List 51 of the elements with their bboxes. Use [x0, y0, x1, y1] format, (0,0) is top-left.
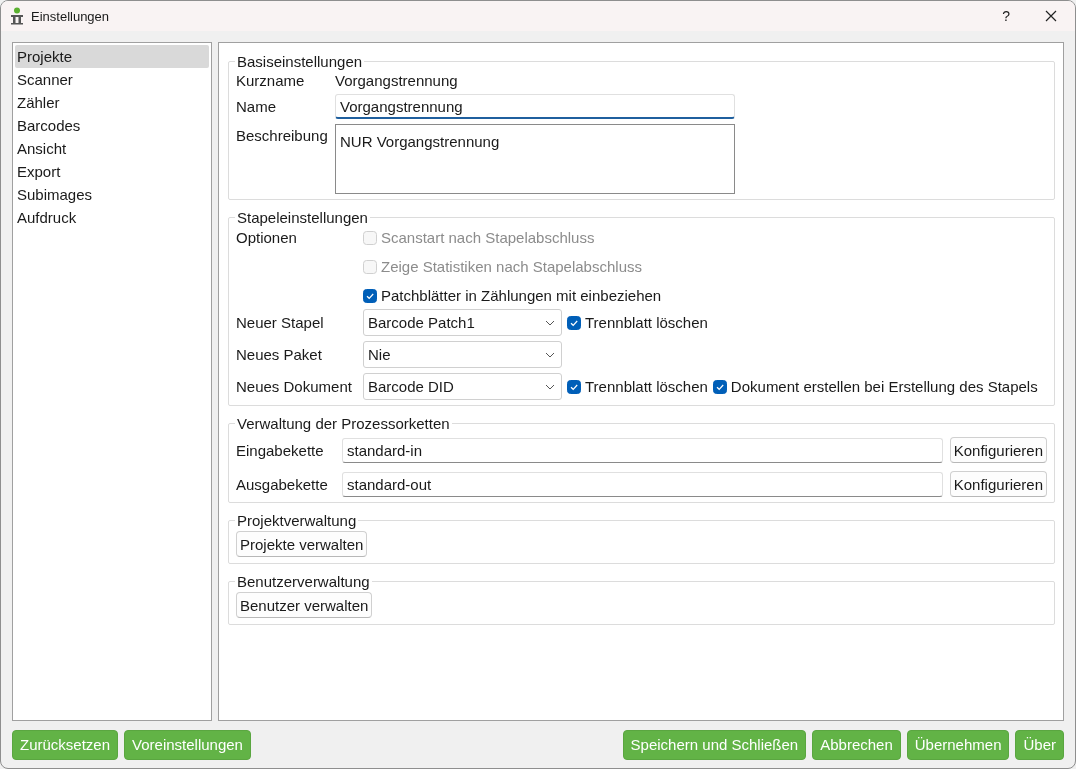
group-title: Basiseinstellungen: [236, 53, 364, 70]
sidebar-item[interactable]: Projekte: [15, 45, 209, 68]
checkbox-label: Patchblätter in Zählungen mit einbeziehen: [381, 287, 662, 304]
checkbox[interactable]: [712, 379, 727, 394]
manage-button[interactable]: Projekte verwalten: [236, 531, 368, 557]
dropdown[interactable]: Nie: [363, 341, 562, 368]
checkbox[interactable]: [567, 379, 581, 394]
field-label: Eingabekette: [236, 441, 325, 459]
group-title: Projektverwaltung: [236, 512, 358, 529]
checkbox-label: Dokument erstellen bei Erstellung des Stapels: [730, 378, 1038, 395]
field-label: Name: [236, 98, 277, 115]
group-title: Benutzerverwaltung: [236, 573, 371, 590]
chevron-down-icon: [545, 319, 555, 326]
sidebar-item[interactable]: Ansicht: [15, 137, 209, 160]
configure-button[interactable]: Konfigurieren: [949, 437, 1047, 463]
configure-button[interactable]: Konfigurieren: [949, 471, 1047, 497]
help-button[interactable]: ?: [1002, 8, 1010, 24]
dropdown[interactable]: Barcode Patch1: [363, 309, 562, 336]
field-label: Beschreibung: [236, 126, 329, 144]
chevron-down-icon: [545, 383, 555, 390]
checkbox-label: Trennblatt löschen: [585, 314, 708, 331]
manage-button[interactable]: Benutzer verwalten: [236, 592, 373, 618]
field-label: Neues Paket: [236, 346, 323, 363]
sidebar-item[interactable]: Scanner: [15, 68, 209, 91]
sidebar-item[interactable]: Export: [15, 160, 209, 183]
sidebar-item[interactable]: Barcodes: [15, 114, 209, 137]
checkbox[interactable]: [567, 315, 581, 330]
field-label: Neuer Stapel: [236, 314, 325, 331]
close-icon[interactable]: [1045, 10, 1057, 22]
app-logo-icon: [10, 7, 24, 25]
field-label: Kurzname: [236, 72, 306, 89]
group-title: Verwaltung der Prozessorketten: [236, 415, 451, 432]
checkbox-label: Scanstart nach Stapelabschluss: [381, 229, 595, 246]
description-field[interactable]: NUR Vorgangstrennung: [335, 124, 735, 194]
chain-field[interactable]: standard-out: [342, 471, 943, 497]
sidebar-item[interactable]: Aufdruck: [15, 206, 209, 229]
field-label: Optionen: [236, 228, 298, 246]
sidebar-item[interactable]: Subimages: [15, 183, 209, 206]
window-title: Einstellungen: [31, 8, 110, 24]
name-field[interactable]: Vorgangstrennung: [335, 94, 735, 119]
chain-field[interactable]: standard-in: [342, 437, 943, 463]
checkbox-label: Zeige Statistiken nach Stapelabschluss: [381, 258, 642, 275]
sidebar-item[interactable]: Zähler: [15, 91, 209, 114]
field-value: Vorgangstrennung: [335, 72, 459, 89]
checkbox[interactable]: [363, 288, 377, 303]
field-label: Ausgabekette: [236, 475, 329, 493]
group-title: Stapeleinstellungen: [236, 209, 369, 226]
dropdown[interactable]: Barcode DID: [363, 373, 562, 400]
chevron-down-icon: [545, 351, 555, 358]
checkbox-label: Trennblatt löschen: [585, 378, 708, 395]
field-label: Neues Dokument: [236, 378, 353, 395]
